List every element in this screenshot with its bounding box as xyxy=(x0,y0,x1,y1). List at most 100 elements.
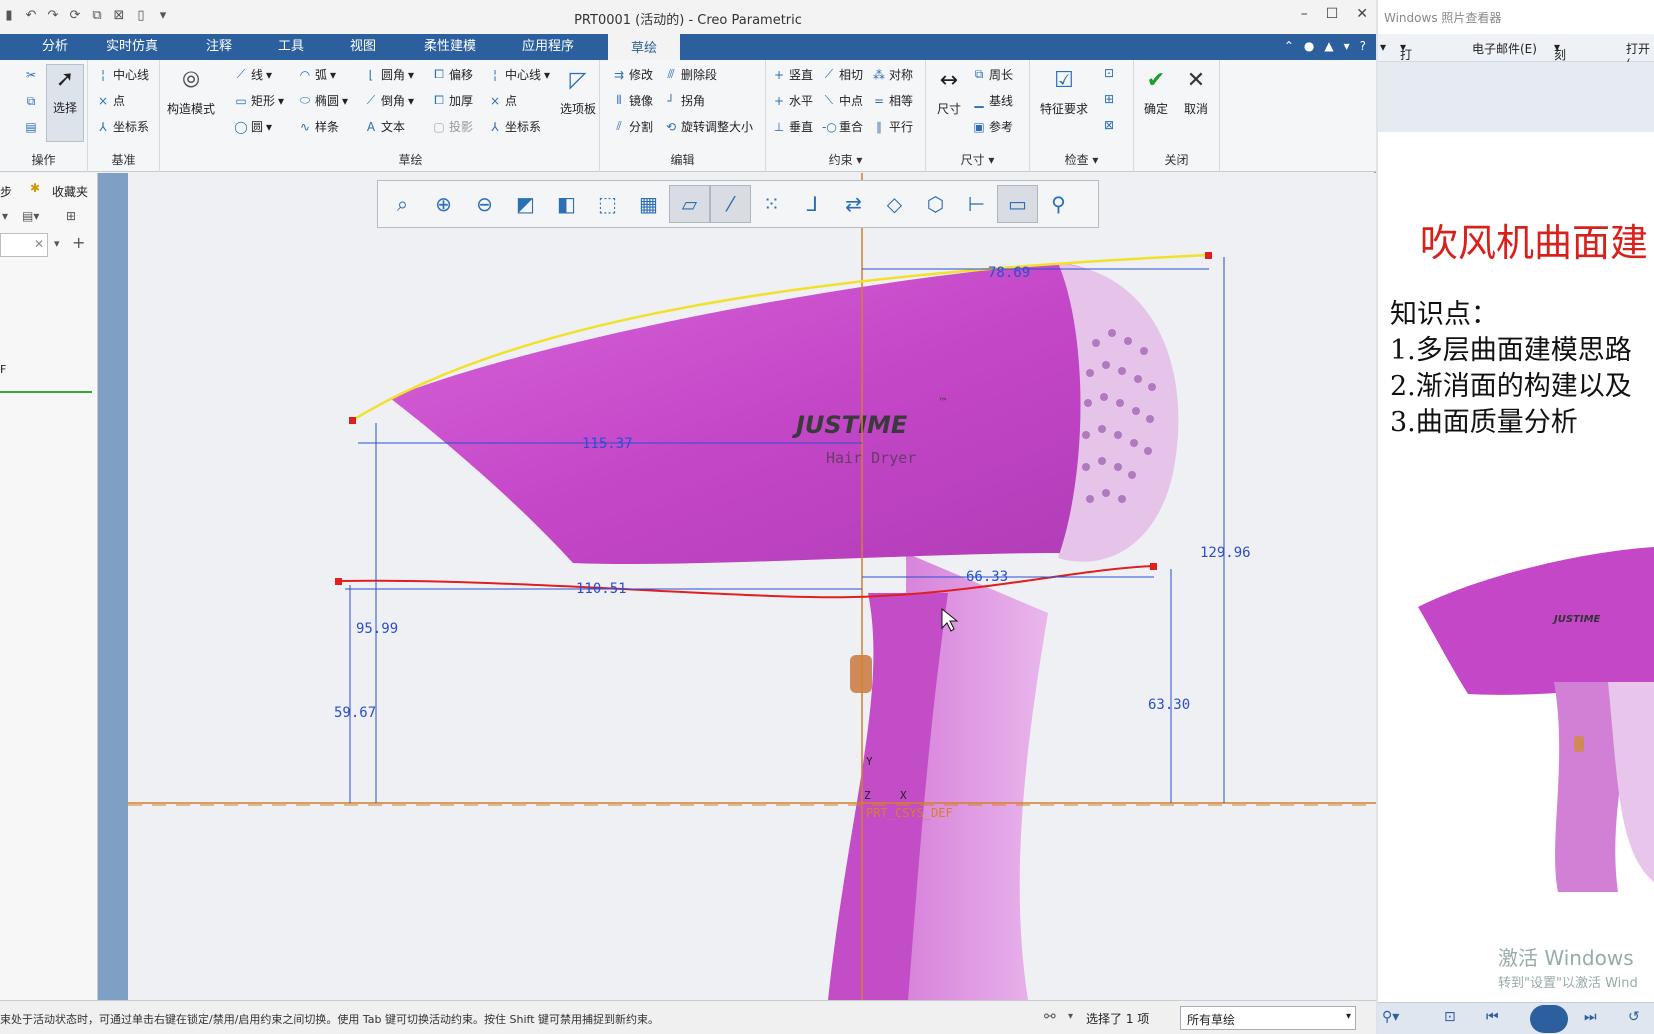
construction-mode-button[interactable]: ⦾ 构造模式 xyxy=(162,66,220,117)
sketch-centerline-button[interactable]: ¦ 中心线 ▾ xyxy=(488,66,550,83)
vertical-constraint-button[interactable]: + 竖直 xyxy=(772,66,813,83)
collapse-ribbon-icon[interactable]: ⌃ xyxy=(1284,39,1294,53)
tree-filter-icon[interactable]: ⊞ xyxy=(66,209,76,223)
zoom-out-icon[interactable]: ⊖ xyxy=(464,185,505,223)
chamfer-button[interactable]: ⟋ 倒角 ▾ xyxy=(364,92,414,109)
spline-endpoint[interactable] xyxy=(349,417,356,424)
reference-button[interactable]: ▣ 参考 xyxy=(972,118,1013,135)
viewer-menu-dropdown-icon[interactable]: ▾ xyxy=(1380,40,1386,54)
add-icon[interactable]: + xyxy=(72,233,85,252)
symmetric-constraint-button[interactable]: ⁂ 对称 xyxy=(872,66,913,83)
axis-display-icon[interactable]: ⁄ xyxy=(710,185,751,223)
mirror-button[interactable]: ⫴ 镜像 xyxy=(612,92,653,109)
find-dropdown-icon[interactable]: ▾ xyxy=(1068,1011,1073,1022)
dim-63-30[interactable]: 63.30 xyxy=(1148,697,1190,713)
dim-95-99[interactable]: 95.99 xyxy=(356,621,398,637)
group-label-constraint[interactable]: 约束 ▾ xyxy=(766,151,925,168)
dim-115-37[interactable]: 115.37 xyxy=(582,436,633,452)
options-dropdown-icon[interactable]: ▾ xyxy=(1344,39,1350,53)
tree-search-input[interactable]: ✕ xyxy=(0,233,48,257)
dim-78-69[interactable]: 78.69 xyxy=(988,265,1030,281)
vertex-display-icon[interactable]: ⚲ xyxy=(1038,185,1079,223)
sketch-view-icon[interactable]: ◇ xyxy=(874,185,915,223)
plane-display-icon[interactable]: ▱ xyxy=(669,185,710,223)
rotate-icon[interactable]: ↺ xyxy=(1628,1009,1640,1025)
maximize-button[interactable]: ☐ xyxy=(1326,6,1339,22)
project-button[interactable]: ▢ 投影 xyxy=(432,118,473,135)
dim-110-51[interactable]: 110.51 xyxy=(576,581,627,597)
feature-requirements-button[interactable]: ☑ 特征要求 xyxy=(1032,66,1096,117)
copy-icon[interactable]: ⧉ xyxy=(24,94,38,109)
paste-icon[interactable]: ▤ xyxy=(24,120,38,134)
menu-burn[interactable]: 刻录(U) ▾ xyxy=(1554,40,1572,94)
coincident-constraint-button[interactable]: -○ 重合 xyxy=(822,118,863,135)
circle-button[interactable]: ◯ 圆 ▾ xyxy=(234,118,272,135)
point-display-icon[interactable]: ⁙ xyxy=(751,185,792,223)
close-button[interactable]: ✕ xyxy=(1356,6,1368,22)
arc-button[interactable]: ◠ 弧 ▾ xyxy=(298,66,336,83)
text-button[interactable]: A 文本 xyxy=(364,118,405,135)
viewer-image[interactable]: 吹风机曲面建 知识点： 1.多层曲面建模思路 2.渐消面的构建以及 3.曲面质量… xyxy=(1378,62,1654,1002)
overlapping-geometry-icon[interactable]: ⊡ xyxy=(1102,66,1116,80)
slideshow-button[interactable]: ▣ xyxy=(1530,1005,1568,1033)
minimize-button[interactable]: – xyxy=(1301,6,1308,22)
saved-orientations-icon[interactable]: ⬚ xyxy=(587,185,628,223)
tangent-constraint-button[interactable]: ⟋ 相切 xyxy=(822,66,863,83)
spline-endpoint[interactable] xyxy=(1205,252,1212,259)
ok-button[interactable]: ✔ 确定 xyxy=(1138,66,1174,117)
tab-annotate[interactable]: 注释 xyxy=(200,34,238,60)
perpendicular-constraint-button[interactable]: ⊥ 垂直 xyxy=(772,118,813,135)
dimension-display-icon[interactable]: ⊢ xyxy=(956,185,997,223)
equal-constraint-button[interactable]: = 相等 xyxy=(872,92,913,109)
modify-button[interactable]: ⇉ 修改 xyxy=(612,66,653,83)
tab-tools[interactable]: 工具 xyxy=(272,34,310,60)
ellipse-button[interactable]: ⬭ 椭圆 ▾ xyxy=(298,92,348,109)
datum-centerline-button[interactable]: ¦ 中心线 xyxy=(96,66,149,83)
tab-live-simulation[interactable]: 实时仿真 xyxy=(100,34,164,60)
delete-segment-button[interactable]: ⫻ 删除段 xyxy=(664,66,717,83)
cut-icon[interactable]: ✂ xyxy=(24,68,38,82)
clear-search-icon[interactable]: ✕ xyxy=(34,237,44,251)
zoom-in-icon[interactable]: ⊕ xyxy=(423,185,464,223)
graphics-canvas[interactable]: JUSTIME ™ Hair Dryer 78.69 115.37 110.51… xyxy=(128,173,1376,1000)
csys-display-icon[interactable]: ⅃ xyxy=(792,185,833,223)
view-manager-icon[interactable]: ▦ xyxy=(628,185,669,223)
constraint-display-icon[interactable]: ▭ xyxy=(997,185,1038,223)
spline-endpoint[interactable] xyxy=(1150,563,1157,570)
parallel-constraint-button[interactable]: ∥ 平行 xyxy=(872,118,913,135)
selection-filter-select[interactable]: 所有草绘 ▾ xyxy=(1180,1006,1356,1030)
palette-button[interactable]: ◸ 选项板 xyxy=(558,66,598,117)
annotation-display-icon[interactable]: ⬡ xyxy=(915,185,956,223)
search-dropdown-icon[interactable]: ▾ xyxy=(54,237,60,250)
panel-tab-stub[interactable]: 步 xyxy=(0,183,12,200)
tab-sketch[interactable]: 草绘 xyxy=(608,34,680,60)
find-icon[interactable]: ⚯ xyxy=(1044,1009,1056,1025)
dimension-button[interactable]: ↔ 尺寸 xyxy=(928,66,970,117)
tab-applications[interactable]: 应用程序 xyxy=(516,34,580,60)
notification-icon[interactable]: ● xyxy=(1304,39,1314,53)
fillet-button[interactable]: ⌊ 圆角 ▾ xyxy=(364,66,414,83)
lower-spline-curve[interactable] xyxy=(338,565,1155,599)
favorites-tab[interactable]: 收藏夹 xyxy=(52,183,88,200)
dropdown-icon[interactable]: ▾ xyxy=(2,209,8,223)
datum-csys-button[interactable]: ⅄ 坐标系 xyxy=(96,118,149,135)
sketch-csys-button[interactable]: ⅄ 坐标系 xyxy=(488,118,541,135)
dim-129-96[interactable]: 129.96 xyxy=(1200,545,1251,561)
repaint-icon[interactable]: ◩ xyxy=(505,185,546,223)
offset-button[interactable]: ⧠ 偏移 xyxy=(432,66,473,83)
divide-button[interactable]: ⫽ 分割 xyxy=(612,118,653,135)
corner-button[interactable]: ┘ 拐角 xyxy=(664,92,705,109)
spin-center-icon[interactable]: ⇄ xyxy=(833,185,874,223)
dim-59-67[interactable]: 59.67 xyxy=(334,705,376,721)
refit-icon[interactable]: ⌕ xyxy=(382,185,423,223)
actual-size-icon[interactable]: ⊡ xyxy=(1444,1009,1456,1025)
previous-icon[interactable]: ⏮ xyxy=(1486,1009,1499,1025)
rotate-resize-button[interactable]: ⟲ 旋转调整大小 xyxy=(664,118,753,135)
datum-point-button[interactable]: × 点 xyxy=(96,92,125,109)
group-label-inspect[interactable]: 检查 ▾ xyxy=(1030,151,1133,168)
group-label-dimension[interactable]: 尺寸 ▾ xyxy=(926,151,1029,168)
panel-splitter[interactable] xyxy=(98,173,128,1000)
tree-settings-icon[interactable]: ▤▾ xyxy=(22,209,39,223)
help-icon[interactable]: ? xyxy=(1360,39,1366,53)
midpoint-constraint-button[interactable]: ⟍ 中点 xyxy=(822,92,863,109)
